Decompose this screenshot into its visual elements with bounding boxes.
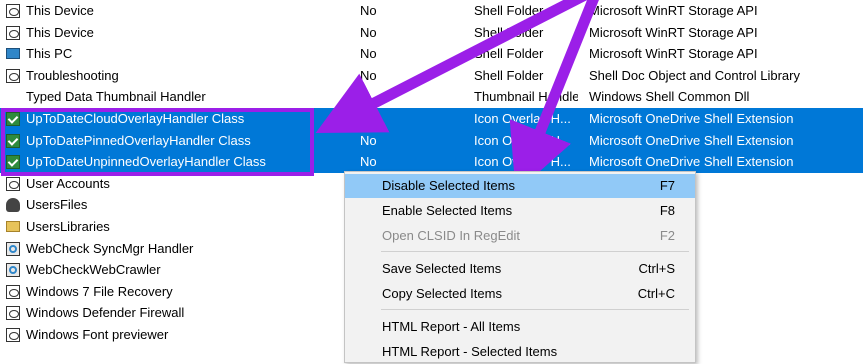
- menu-item-shortcut: F7: [659, 178, 675, 193]
- menu-item-open-clsid-in-regedit[interactable]: Open CLSID In RegEdit F2: [345, 224, 695, 248]
- table-row[interactable]: Typed Data Thumbnail Handler Thumbnail Ha…: [0, 86, 863, 108]
- menu-item-html-report-all-items[interactable]: HTML Report - All Items: [345, 315, 695, 339]
- menu-item-shortcut: F2: [659, 228, 675, 243]
- menu-separator: [381, 309, 689, 310]
- row-disabled: No: [360, 46, 377, 62]
- menu-item-label: Open CLSID In RegEdit: [382, 228, 521, 243]
- computer-icon: [6, 48, 20, 60]
- row-name: This Device: [26, 24, 94, 40]
- doc-icon: [6, 25, 20, 40]
- row-description: Microsoft OneDrive Shell Extension: [589, 154, 794, 170]
- table-row[interactable]: UpToDatePinnedOverlayHandler Class No Icon…: [0, 129, 863, 152]
- menu-separator: [381, 251, 689, 252]
- row-disabled: [360, 86, 460, 108]
- doc-icon: [6, 176, 20, 191]
- doc-icon: [6, 306, 20, 321]
- row-disabled: No: [360, 132, 377, 148]
- menu-item-html-report-selected-items[interactable]: HTML Report - Selected Items: [345, 340, 695, 364]
- row-type: Shell Folder: [474, 67, 544, 83]
- row-name: Windows Defender Firewall: [26, 305, 185, 321]
- row-name: User Accounts: [26, 175, 110, 191]
- check-icon: [6, 133, 20, 148]
- menu-item-label: Copy Selected Items: [382, 286, 502, 301]
- table-row[interactable]: Troubleshooting No Shell Folder Shell Doc O…: [0, 65, 863, 87]
- blank-icon: [6, 90, 20, 104]
- menu-item-label: HTML Report - Selected Items: [382, 344, 558, 359]
- folder-icon: [6, 221, 20, 232]
- menu-item-disable-selected-items[interactable]: Disable Selected Items F7: [345, 174, 695, 198]
- sync-icon: [6, 241, 20, 256]
- row-description: Microsoft WinRT Storage API: [589, 3, 758, 18]
- table-row[interactable]: UpToDateUnpinnedOverlayHandler Class No Ic…: [0, 151, 863, 173]
- table-row[interactable]: This Device No Shell Folder Microsoft WinRT…: [0, 22, 863, 44]
- table-row[interactable]: UpToDateCloudOverlayHandler Class No Icon …: [0, 108, 863, 130]
- menu-item-shortcut: F8: [659, 203, 675, 218]
- doc-icon: [6, 284, 20, 299]
- row-name: Typed Data Thumbnail Handler: [26, 89, 206, 105]
- row-type: Icon Overlay H...: [474, 132, 571, 148]
- check-icon: [6, 155, 20, 170]
- row-name: WebCheckWebCrawler: [26, 262, 161, 278]
- row-disabled: No: [360, 111, 377, 126]
- row-description: Microsoft OneDrive Shell Extension: [589, 132, 794, 148]
- row-name: UsersLibraries: [26, 219, 110, 234]
- row-type: Shell Folder: [474, 46, 544, 62]
- row-disabled: No: [360, 3, 377, 18]
- row-disabled: No: [360, 154, 377, 170]
- row-name: Troubleshooting: [26, 67, 119, 83]
- row-name: UpToDateCloudOverlayHandler Class: [26, 111, 245, 126]
- doc-icon: [6, 328, 20, 342]
- row-name: This Device: [26, 3, 94, 18]
- table-row[interactable]: This Device No Shell Folder Microsoft WinRT…: [0, 0, 863, 22]
- menu-item-shortcut: Ctrl+S: [638, 261, 675, 276]
- check-icon: [6, 112, 20, 126]
- doc-icon: [6, 68, 20, 83]
- row-description: Microsoft WinRT Storage API: [589, 46, 758, 62]
- menu-item-shortcut: Ctrl+C: [637, 286, 675, 301]
- row-type: Shell Folder: [474, 3, 544, 18]
- row-name: UpToDatePinnedOverlayHandler Class: [26, 132, 251, 148]
- row-type: Thumbnail Handler: [474, 89, 578, 105]
- row-type: Icon Overlay H...: [474, 154, 571, 170]
- menu-item-label: Enable Selected Items: [382, 203, 513, 218]
- row-description: Microsoft WinRT Storage API: [589, 24, 758, 40]
- menu-item-copy-selected-items[interactable]: Copy Selected Items Ctrl+C: [345, 282, 695, 306]
- context-menu: Disable Selected Items F7 Enable Selected …: [344, 171, 696, 363]
- sync-icon: [6, 263, 20, 278]
- menu-item-label: Save Selected Items: [382, 261, 502, 276]
- row-name: This PC: [26, 46, 73, 62]
- row-type: Icon Overlay H...: [474, 111, 571, 126]
- menu-item-save-selected-items[interactable]: Save Selected Items Ctrl+S: [345, 257, 695, 281]
- doc-icon: [6, 4, 20, 18]
- row-name: Windows Font previewer: [26, 327, 169, 342]
- menu-item-label: Disable Selected Items: [382, 178, 515, 193]
- user-icon: [6, 198, 20, 213]
- menu-item-enable-selected-items[interactable]: Enable Selected Items F8: [345, 199, 695, 223]
- row-disabled: No: [360, 24, 377, 40]
- row-disabled: No: [360, 67, 377, 83]
- row-description: Microsoft OneDrive Shell Extension: [589, 111, 794, 126]
- row-name: WebCheck SyncMgr Handler: [26, 240, 194, 256]
- row-name: Windows 7 File Recovery: [26, 283, 173, 299]
- table-row[interactable]: This PC No Shell Folder Microsoft WinRT Sto…: [0, 43, 863, 65]
- row-name: UsersFiles: [26, 197, 88, 213]
- row-description: Shell Doc Object and Control Library: [589, 67, 800, 83]
- menu-item-label: HTML Report - All Items: [382, 319, 521, 334]
- row-type: Shell Folder: [474, 24, 544, 40]
- row-description: Windows Shell Common Dll: [589, 89, 750, 105]
- row-name: UpToDateUnpinnedOverlayHandler Class: [26, 154, 266, 170]
